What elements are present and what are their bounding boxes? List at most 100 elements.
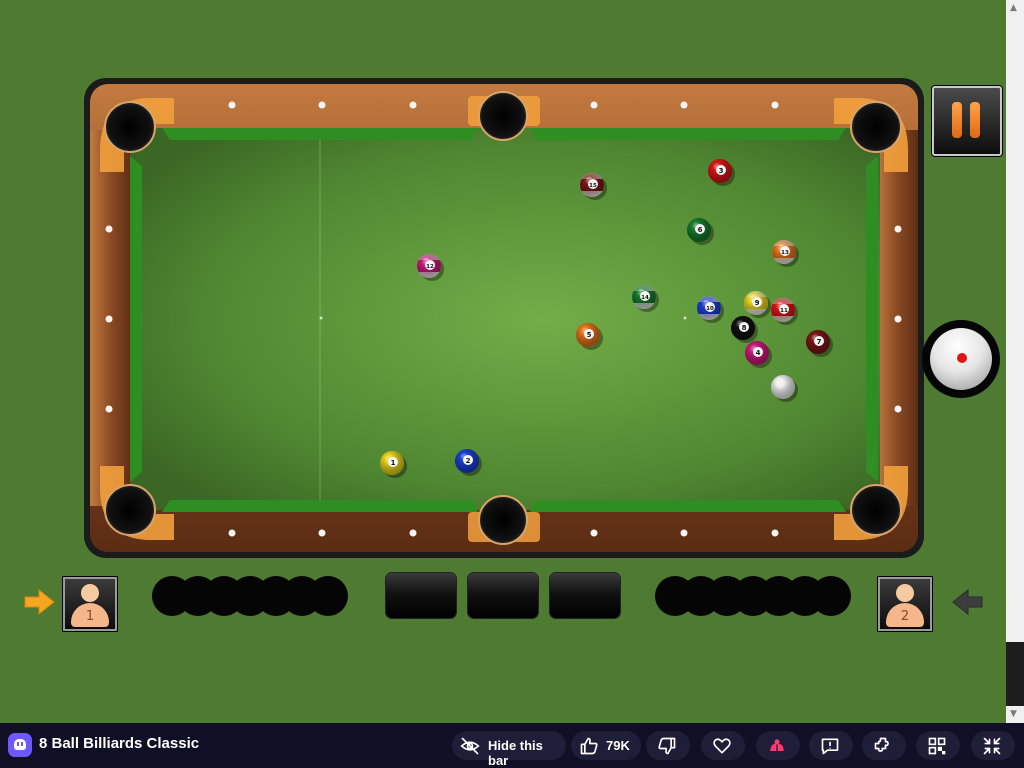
exit-fullscreen-icon	[983, 737, 1001, 755]
pocket-top-middle	[478, 91, 528, 141]
diamond	[680, 101, 688, 109]
logo-eye	[17, 742, 19, 746]
logo-face	[14, 739, 26, 750]
pause-icon	[970, 102, 980, 138]
cushion-left	[130, 156, 142, 482]
cushion-top-right	[530, 128, 846, 140]
diamond	[409, 101, 417, 109]
diamond	[894, 225, 902, 233]
cushion-bottom-left	[162, 500, 478, 512]
diamond	[680, 529, 688, 537]
scroll-down-icon[interactable]: ▼	[1010, 709, 1017, 719]
pocket-top-right	[850, 101, 902, 153]
cue-ball-spin-button[interactable]	[922, 320, 1000, 398]
puzzle-button[interactable]	[862, 731, 906, 760]
diamond	[894, 315, 902, 323]
ball-slot	[811, 576, 851, 616]
diamond	[105, 405, 113, 413]
player1-number: 1	[85, 609, 95, 624]
ball-number: 5	[587, 331, 592, 339]
diamond	[771, 101, 779, 109]
player2-number: 2	[900, 609, 910, 624]
diamond	[894, 405, 902, 413]
game-stage[interactable]: 1 2 3 4 5 6 7 8 9 10 11 12 13 14 15 1 2	[0, 0, 1006, 723]
diamond	[590, 529, 598, 537]
player2-turn-arrow-icon	[952, 589, 983, 615]
shot-box	[468, 573, 538, 618]
ball-number: 9	[755, 299, 760, 307]
pocket-bottom-left	[104, 484, 156, 536]
ball-number: 11	[780, 308, 788, 314]
cushion-right	[866, 156, 878, 482]
scrollbar[interactable]: ▲ ▼	[1006, 0, 1024, 723]
game-title: 8 Ball Billiards Classic	[39, 735, 200, 752]
eye-off-icon	[460, 737, 480, 755]
qr-code-button[interactable]	[916, 731, 960, 760]
bug-icon	[770, 739, 784, 751]
puzzle-icon	[874, 737, 889, 752]
player1-avatar: 1	[63, 577, 117, 631]
foot-spot	[683, 316, 687, 320]
diamond	[318, 529, 326, 537]
feedback-button[interactable]	[809, 731, 853, 760]
shot-box	[550, 573, 620, 618]
scrollbar-thumb[interactable]	[1006, 642, 1024, 706]
scroll-up-icon[interactable]: ▲	[1010, 3, 1017, 13]
diamond	[228, 529, 236, 537]
ball-number: 1	[391, 459, 396, 467]
like-button[interactable]: 79K	[571, 731, 641, 760]
ball-number: 14	[641, 295, 649, 301]
exit-fullscreen-button[interactable]	[971, 731, 1015, 760]
ball-number: 8	[742, 324, 747, 332]
hide-bar-label: Hide this bar	[488, 738, 543, 768]
player2-pocketed-slots	[655, 576, 852, 616]
ball-number: 3	[719, 167, 724, 175]
ball-number: 6	[698, 226, 703, 234]
dislike-button[interactable]	[646, 731, 690, 760]
player1-pocketed-slots	[152, 576, 348, 616]
ball-number: 7	[817, 338, 822, 346]
ball-number: 13	[781, 250, 789, 256]
diamond	[590, 101, 598, 109]
pause-icon	[952, 102, 962, 138]
favorite-button[interactable]	[701, 731, 745, 760]
thumbs-down-icon	[658, 737, 676, 755]
heart-icon	[713, 738, 731, 754]
diamond	[409, 529, 417, 537]
spin-dot[interactable]	[957, 353, 967, 363]
player2-avatar: 2	[878, 577, 932, 631]
pocket-bottom-middle	[478, 495, 528, 545]
head-spot	[319, 316, 323, 320]
player1-turn-arrow-icon	[24, 589, 55, 615]
pause-button[interactable]	[932, 86, 1002, 156]
pocket-top-left	[104, 101, 156, 153]
diamond	[318, 101, 326, 109]
report-bug-button[interactable]	[756, 731, 800, 760]
diamond	[105, 315, 113, 323]
ball-number: 2	[466, 457, 471, 465]
ball-slot	[308, 576, 348, 616]
logo-eye	[21, 742, 23, 746]
hide-bar-button[interactable]: Hide this bar	[452, 731, 566, 768]
player-head	[81, 584, 99, 602]
ball-number: 4	[756, 349, 761, 357]
thumbs-up-icon	[580, 737, 598, 755]
cushion-top-left	[162, 128, 478, 140]
diamond	[105, 225, 113, 233]
felt[interactable]	[130, 128, 880, 510]
cushion-bottom-right	[530, 500, 846, 512]
diamond	[771, 529, 779, 537]
qr-code-icon	[928, 737, 946, 755]
ball-number: 10	[706, 306, 714, 312]
ball-number: 15	[589, 183, 597, 189]
pocket-bottom-right	[850, 484, 902, 536]
diamond	[228, 101, 236, 109]
bottom-bar: 8 Ball Billiards Classic Hide this bar 7…	[0, 723, 1024, 768]
site-logo-icon[interactable]	[8, 733, 32, 757]
shot-box	[386, 573, 456, 618]
like-count: 79K	[606, 738, 630, 753]
player-head	[896, 584, 914, 602]
feedback-icon	[821, 738, 839, 755]
ball-number: 12	[426, 264, 434, 270]
table-frame	[84, 78, 924, 558]
